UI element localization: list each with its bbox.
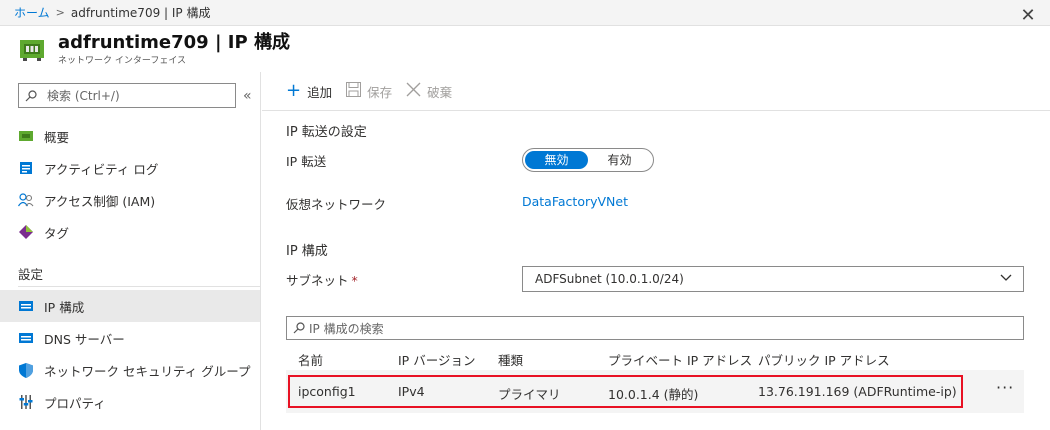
sidebar-item-nsg[interactable]: ネットワーク セキュリティ グループ (0, 354, 260, 386)
vnet-link[interactable]: DataFactoryVNet (522, 194, 628, 209)
subnet-dropdown[interactable]: ADFSubnet (10.0.1.0/24) (522, 266, 1024, 292)
column-header-public-ip: パブリック IP アドレス (758, 353, 890, 368)
toggle-option-disabled[interactable]: 無効 (525, 151, 588, 169)
sidebar-item-activity-log[interactable]: アクティビティ ログ (0, 152, 260, 184)
sidebar-divider (18, 286, 260, 287)
sidebar-item-iam[interactable]: アクセス制御 (IAM) (0, 184, 260, 216)
sidebar-item-label: IP 構成 (44, 299, 85, 315)
breadcrumb-chevron-icon: > (55, 6, 65, 19)
ip-config-search-input[interactable]: IP 構成の検索 (286, 316, 1024, 340)
overview-icon (18, 128, 34, 144)
sidebar-item-label: アクセス制御 (IAM) (44, 193, 156, 209)
save-icon (346, 81, 362, 101)
sidebar-item-label: プロパティ (44, 395, 106, 411)
sidebar-item-label: ネットワーク セキュリティ グループ (44, 363, 251, 379)
cell-type: プライマリ (498, 387, 561, 402)
breadcrumb-current: adfruntime709 | IP 構成 (70, 6, 211, 20)
sidebar-item-tags[interactable]: タグ (0, 216, 260, 248)
sidebar-item-properties[interactable]: プロパティ (0, 386, 260, 418)
nsg-shield-icon (18, 362, 34, 378)
discard-button-label: 破棄 (427, 84, 453, 100)
breadcrumb-home-link[interactable]: ホーム (14, 4, 50, 21)
page-title: adfruntime709 | IP 構成 (58, 31, 290, 53)
ip-forwarding-section-title: IP 転送の設定 (286, 125, 367, 140)
close-icon[interactable]: ✕ (1018, 6, 1038, 26)
column-header-private-ip: プライベート IP アドレス (608, 353, 753, 368)
chevron-down-icon (999, 270, 1013, 287)
page-subtitle: ネットワーク インターフェイス (58, 55, 187, 66)
ip-config-icon (18, 298, 34, 314)
dns-icon (18, 330, 34, 346)
iam-icon (18, 192, 34, 208)
cell-ip-version: IPv4 (398, 384, 425, 399)
more-options-icon[interactable]: ··· (996, 378, 1014, 397)
add-button[interactable]: + 追加 (286, 82, 332, 101)
add-button-label: 追加 (307, 84, 333, 100)
sidebar-search-input[interactable]: 検索 (Ctrl+/) (18, 83, 236, 108)
sidebar-item-label: タグ (44, 225, 70, 241)
subnet-label-text: サブネット (286, 273, 349, 288)
sidebar-item-overview[interactable]: 概要 (0, 120, 260, 152)
sidebar-item-dns[interactable]: DNS サーバー (0, 322, 260, 354)
save-button[interactable]: 保存 (346, 81, 393, 101)
sidebar-search-placeholder: 検索 (Ctrl+/) (47, 89, 120, 103)
sidebar: 検索 (Ctrl+/) « 概要 アクティビティ ログ アクセス制御 (IAM)… (0, 72, 261, 430)
subnet-label: サブネット * (286, 270, 358, 289)
subnet-dropdown-value: ADFSubnet (10.0.1.0/24) (535, 272, 684, 286)
column-header-ip-version: IP バージョン (398, 353, 476, 368)
sidebar-item-label: アクティビティ ログ (44, 161, 159, 177)
cell-private-ip: 10.0.1.4 (静的) (608, 387, 699, 402)
save-button-label: 保存 (367, 84, 393, 100)
ip-forwarding-label: IP 転送 (286, 154, 327, 169)
blade-header: adfruntime709 | IP 構成 ネットワーク インターフェイス (0, 26, 1050, 72)
discard-x-icon (406, 82, 421, 101)
plus-icon: + (286, 80, 302, 101)
search-icon (293, 322, 305, 334)
sidebar-item-label: 概要 (44, 129, 70, 145)
cell-name: ipconfig1 (298, 384, 356, 399)
collapse-sidebar-icon[interactable]: « (243, 88, 257, 104)
activity-log-icon (18, 160, 34, 176)
column-header-type: 種類 (498, 353, 524, 368)
vnet-label: 仮想ネットワーク (286, 197, 387, 212)
column-header-name: 名前 (298, 353, 324, 368)
discard-button[interactable]: 破棄 (406, 82, 452, 101)
search-icon (25, 89, 37, 101)
ip-config-search-placeholder: IP 構成の検索 (309, 321, 384, 336)
ip-forwarding-toggle[interactable]: 無効 有効 (522, 148, 654, 172)
breadcrumb: ホーム > adfruntime709 | IP 構成 (0, 0, 1050, 26)
sidebar-section-settings: 設定 (18, 267, 44, 282)
ip-config-section-title: IP 構成 (286, 244, 328, 259)
network-interface-icon (18, 35, 46, 63)
required-marker: * (351, 273, 358, 288)
cell-public-ip: 13.76.191.169 (ADFRuntime-ip) (758, 384, 957, 399)
sidebar-item-ip-config[interactable]: IP 構成 (0, 290, 260, 322)
command-bar: + 追加 保存 破棄 (262, 72, 1050, 111)
toggle-option-enabled[interactable]: 有効 (588, 151, 651, 169)
sidebar-item-label: DNS サーバー (44, 331, 125, 347)
properties-icon (18, 394, 34, 410)
tag-icon (18, 224, 34, 240)
